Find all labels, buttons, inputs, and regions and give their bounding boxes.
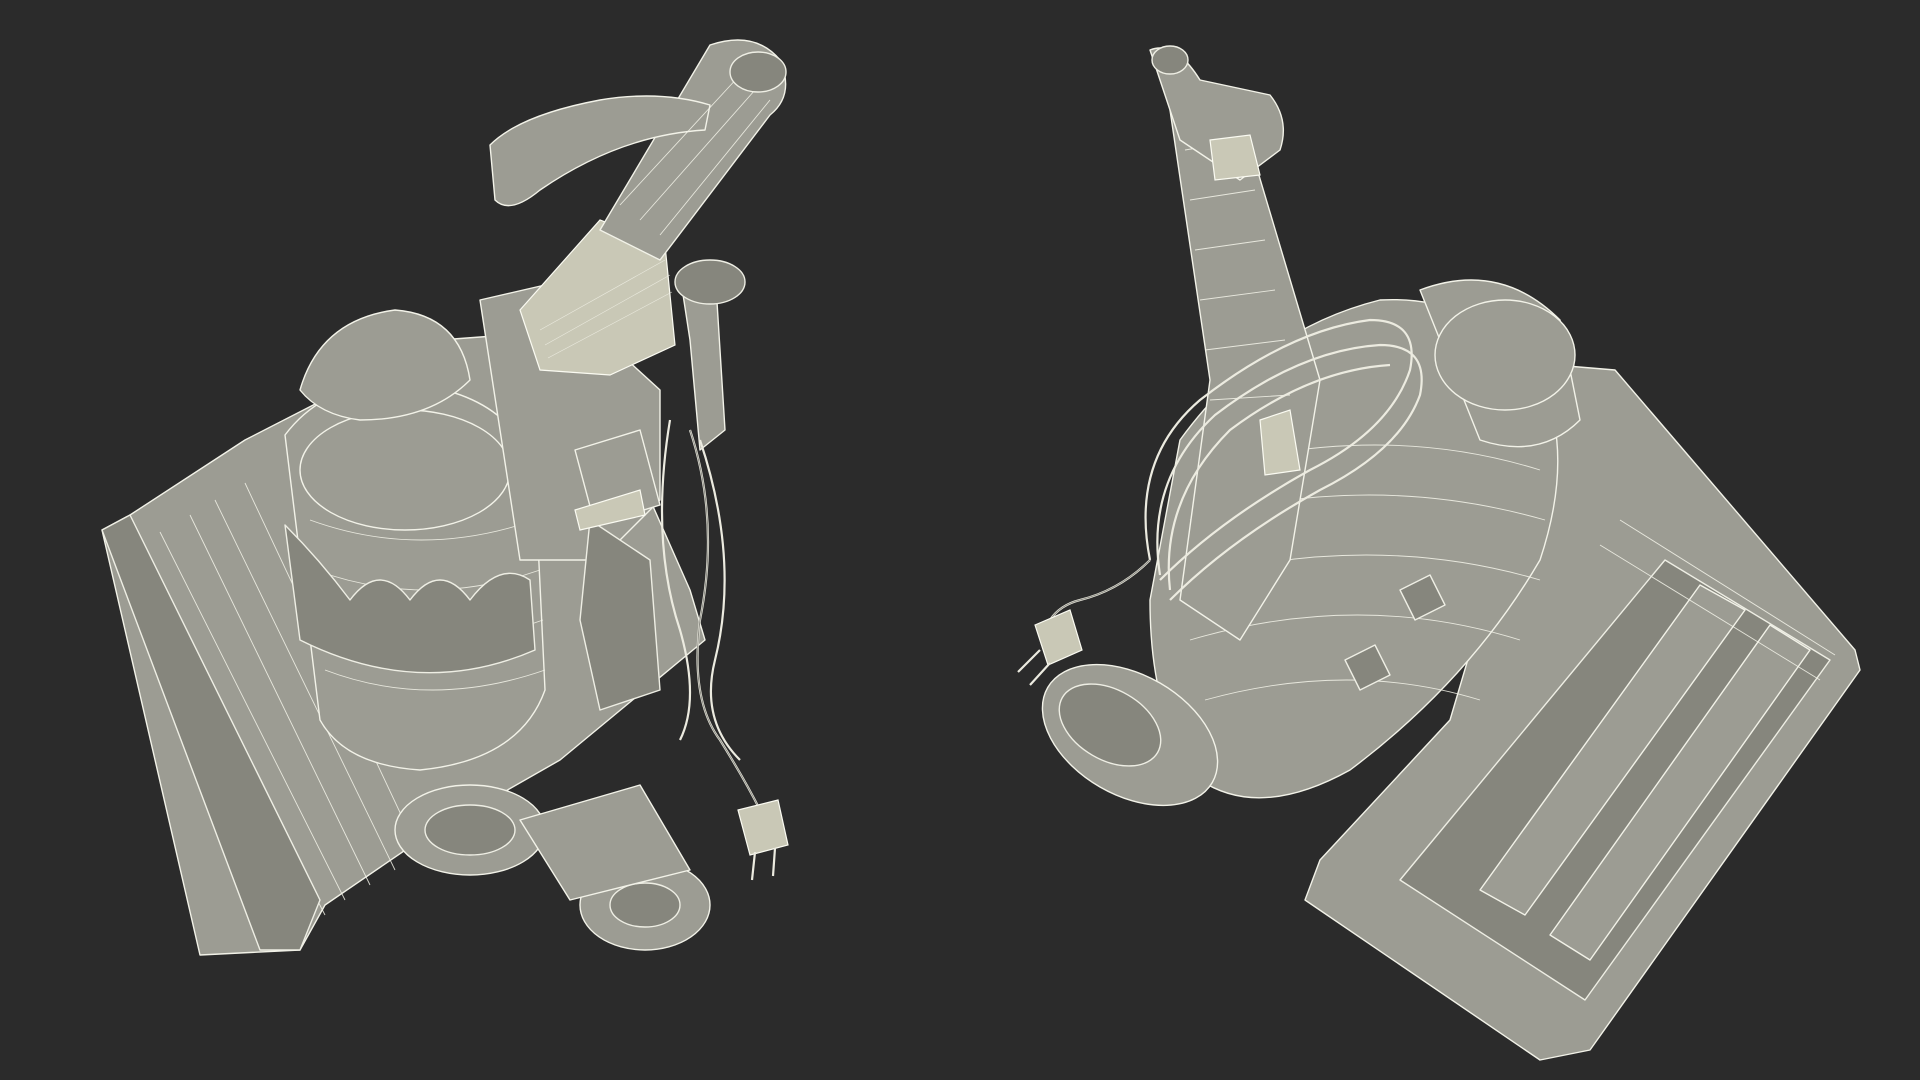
wireframe-render — [101, 39, 1861, 1061]
vacuum-left — [101, 39, 789, 956]
render-canvas — [0, 0, 1920, 1080]
vacuum-right — [1017, 45, 1861, 1061]
